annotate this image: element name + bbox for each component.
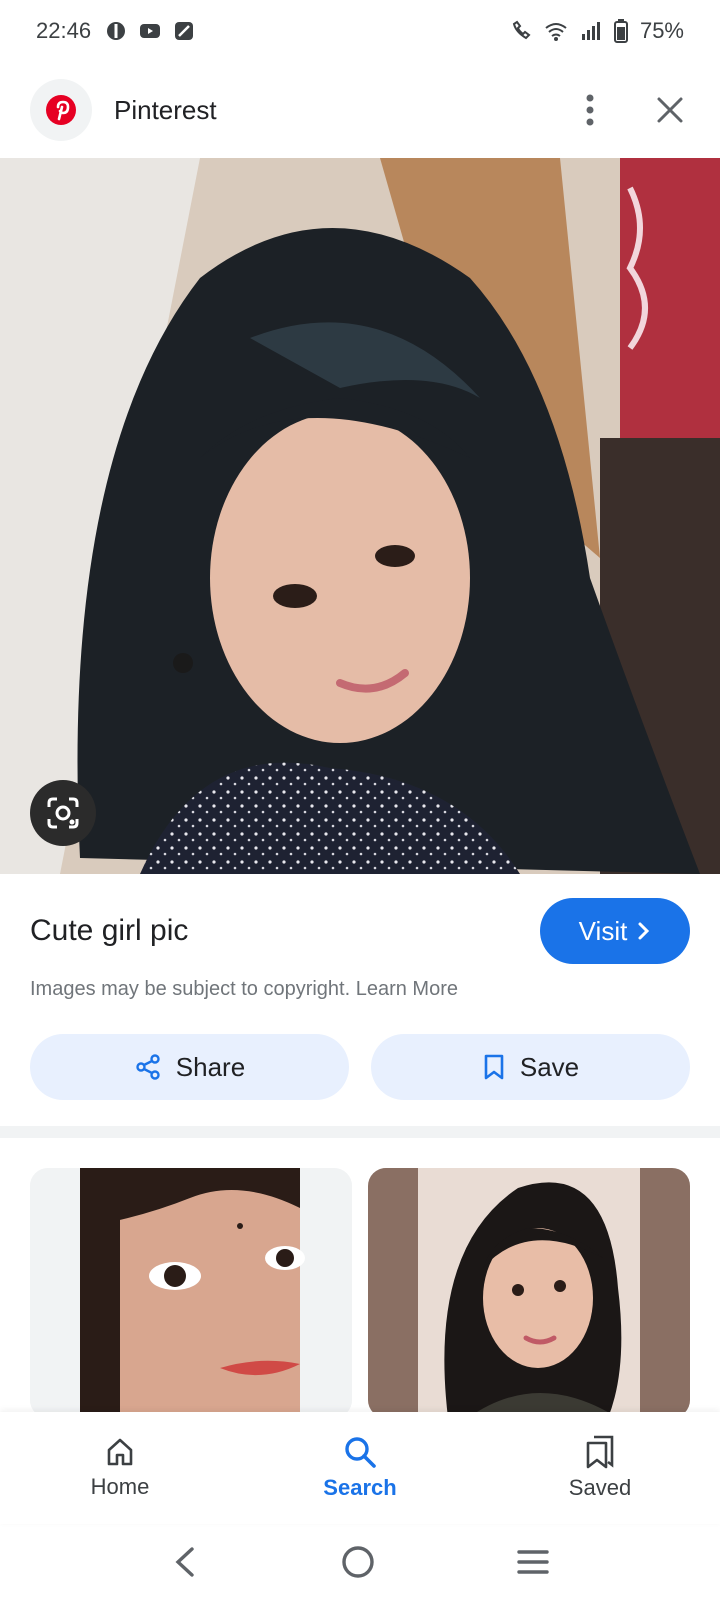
related-portrait-2 [368,1168,690,1418]
search-icon [345,1437,376,1468]
nav-search[interactable]: Search [240,1412,480,1524]
pinterest-icon [46,95,76,125]
copyright-notice[interactable]: Images may be subject to copyright. Lear… [30,978,458,1001]
related-image-2[interactable] [368,1168,690,1418]
saved-icon [586,1435,614,1469]
bottom-navigation: Home Search Saved [0,1412,720,1524]
app-notification-icon [107,22,126,40]
lens-icon [47,797,79,829]
related-portrait-1 [30,1168,352,1418]
action-row: Share Save [30,1034,690,1100]
system-navigation [0,1524,720,1600]
close-icon [657,97,683,123]
more-options-button[interactable] [570,90,610,130]
portrait-image [0,158,720,874]
youtube-icon [140,24,161,38]
wifi-icon [545,23,567,41]
home-icon [107,1438,133,1466]
share-label: Share [175,1051,246,1082]
nav-saved[interactable]: Saved [480,1412,720,1524]
close-button[interactable] [650,90,690,130]
back-icon[interactable] [170,1545,200,1579]
section-divider [0,1126,720,1138]
save-label: Save [519,1051,580,1082]
visit-label: Visit [578,915,628,946]
battery-percent: 75% [639,18,684,43]
bookmark-icon [484,1054,504,1080]
share-button[interactable]: Share [30,1034,349,1100]
lens-search-button[interactable] [30,780,96,846]
related-images-grid [30,1168,690,1418]
gallery-icon [175,22,194,40]
home-circle-icon[interactable] [341,1545,375,1579]
battery-icon [613,19,628,43]
status-right: 75% [510,18,684,44]
pinterest-logo [30,79,92,141]
visit-button[interactable]: Visit [540,898,690,964]
save-button[interactable]: Save [371,1034,690,1100]
share-icon [136,1054,160,1080]
source-header: Pinterest [0,62,720,158]
main-image[interactable] [0,158,720,874]
nav-home[interactable]: Home [0,1412,240,1524]
nav-search-label: Search [323,1475,397,1500]
recents-icon[interactable] [516,1547,550,1577]
more-vert-icon [586,94,594,126]
nav-saved-label: Saved [568,1475,632,1500]
signal-icon [581,22,600,40]
status-time: 22:46 [36,18,92,43]
status-bar: 22:46 75% [0,0,720,62]
source-title: Pinterest [114,94,217,125]
wifi-call-icon [512,20,531,40]
result-title: Cute girl pic [30,914,189,947]
nav-home-label: Home [90,1474,150,1499]
chevron-right-icon [638,922,650,940]
related-image-1[interactable] [30,1168,352,1418]
